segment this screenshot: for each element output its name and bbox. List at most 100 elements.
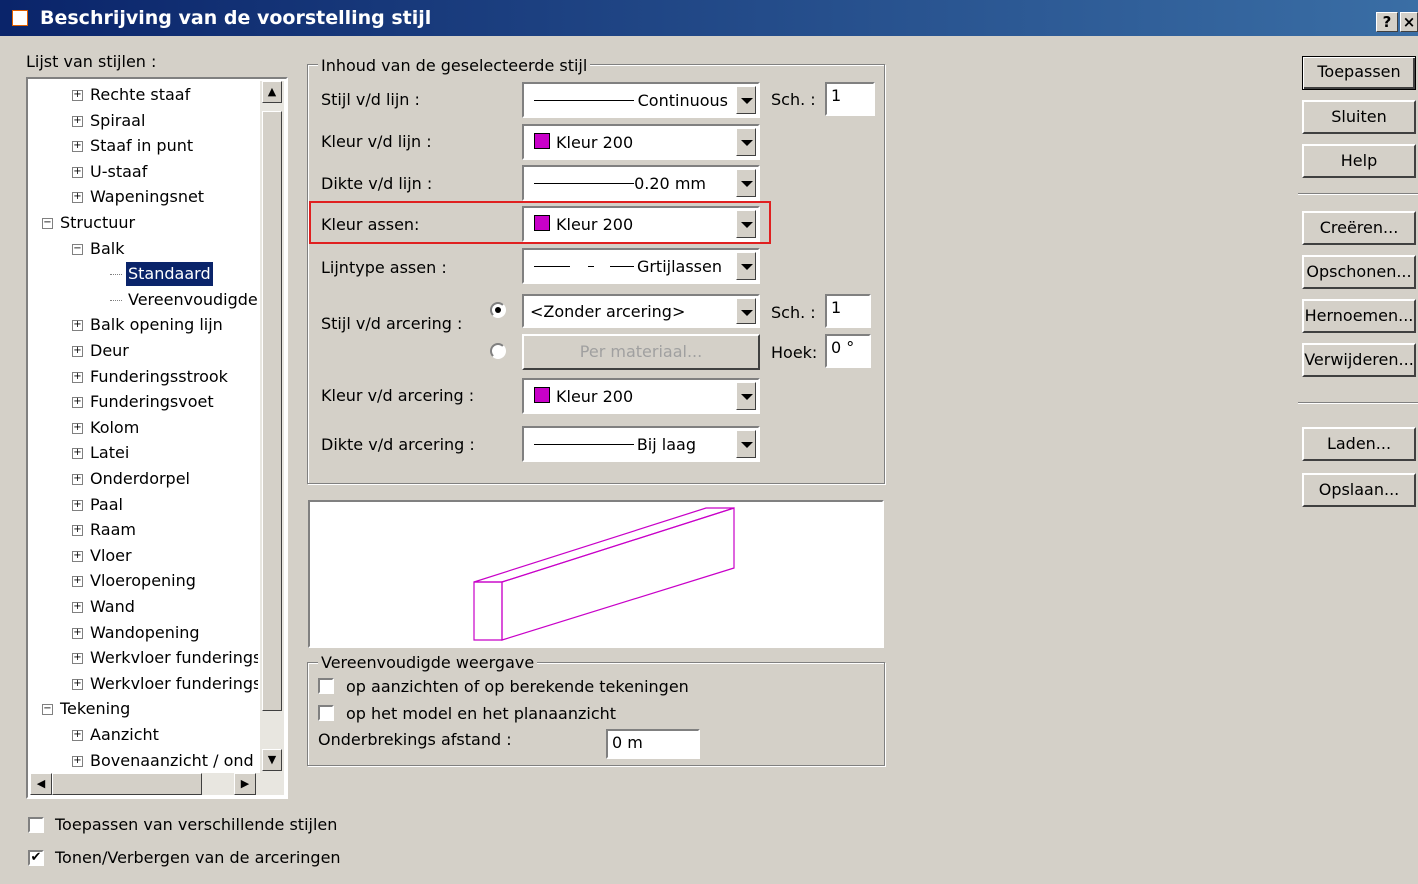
- simplified-check2[interactable]: [318, 705, 334, 721]
- tree-item[interactable]: + Wand: [28, 595, 258, 619]
- help-title-button[interactable]: ?: [1376, 12, 1398, 32]
- save-button[interactable]: Opslaan...: [1302, 473, 1416, 507]
- scroll-left-button[interactable]: ◀: [30, 773, 52, 795]
- dropdown-arrow-icon[interactable]: [736, 128, 756, 156]
- delete-button[interactable]: Verwijderen...: [1302, 343, 1416, 377]
- tree-item[interactable]: + Latei: [28, 441, 258, 465]
- tree-item[interactable]: Vereenvoudigde: [28, 288, 258, 312]
- scroll-up-button[interactable]: ▲: [262, 81, 282, 103]
- tree-item[interactable]: + Staaf in punt: [28, 134, 258, 158]
- tree-item[interactable]: − Tekening: [28, 697, 258, 721]
- create-button[interactable]: Creëren...: [1302, 211, 1416, 245]
- tree-item[interactable]: + Spiraal: [28, 109, 258, 133]
- dropdown-arrow-icon[interactable]: [736, 382, 756, 410]
- apply-button[interactable]: Toepassen: [1302, 56, 1416, 90]
- tree-item[interactable]: + Aanzicht: [28, 723, 258, 747]
- hatch-style-radio[interactable]: [490, 302, 506, 318]
- apply-different-checkbox[interactable]: [28, 817, 44, 833]
- expand-icon[interactable]: +: [72, 422, 83, 434]
- per-material-button[interactable]: Per materiaal...: [522, 334, 760, 370]
- tree-item[interactable]: + Deur: [28, 339, 258, 363]
- expand-icon[interactable]: +: [72, 166, 83, 178]
- axis-linetype-combo[interactable]: Grtijlassen: [522, 248, 760, 284]
- per-material-radio[interactable]: [490, 343, 506, 359]
- style-tree[interactable]: + Rechte staaf + Spiraal + Staaf in punt + U-st…: [26, 77, 288, 799]
- scroll-thumb[interactable]: [262, 111, 282, 711]
- expand-icon[interactable]: +: [72, 525, 83, 537]
- expand-icon[interactable]: +: [72, 678, 83, 690]
- hatch-color-combo[interactable]: Kleur 200: [522, 378, 760, 414]
- tree-item[interactable]: + Vloer: [28, 544, 258, 568]
- scroll-down-button[interactable]: ▼: [262, 749, 282, 771]
- expand-icon[interactable]: +: [72, 448, 83, 460]
- tree-item[interactable]: − Balk: [28, 237, 258, 261]
- dropdown-arrow-icon[interactable]: [736, 169, 756, 197]
- tree-item[interactable]: + Balk opening lijn: [28, 313, 258, 337]
- expand-icon[interactable]: +: [72, 192, 83, 204]
- tree-item[interactable]: + Wapeningsnet: [28, 185, 258, 209]
- tree-item[interactable]: + Kolom: [28, 416, 258, 440]
- rename-button[interactable]: Hernoemen...: [1302, 299, 1416, 333]
- expand-icon[interactable]: +: [72, 141, 83, 153]
- collapse-icon[interactable]: −: [72, 243, 83, 255]
- collapse-icon[interactable]: −: [42, 704, 53, 716]
- tree-item[interactable]: + Onderdorpel: [28, 467, 258, 491]
- help-button[interactable]: Help: [1302, 144, 1416, 178]
- expand-icon[interactable]: +: [72, 602, 83, 613]
- expand-icon[interactable]: +: [72, 627, 83, 639]
- scale2-input[interactable]: 1: [825, 294, 871, 328]
- angle-input[interactable]: 0 °: [825, 334, 871, 368]
- dropdown-arrow-icon[interactable]: [736, 86, 756, 114]
- expand-icon[interactable]: +: [72, 653, 83, 665]
- tree-item[interactable]: − Structuur: [28, 211, 258, 235]
- tree-item[interactable]: + Vloeropening: [28, 569, 258, 593]
- expand-icon[interactable]: +: [72, 397, 83, 409]
- line-color-combo[interactable]: Kleur 200: [522, 124, 760, 160]
- tree-item[interactable]: + Wandopening: [28, 621, 258, 645]
- scroll-right-button[interactable]: ▶: [234, 773, 256, 795]
- dropdown-arrow-icon[interactable]: [736, 252, 756, 280]
- expand-icon[interactable]: +: [72, 320, 83, 332]
- scale1-input[interactable]: 1: [825, 82, 875, 116]
- dropdown-arrow-icon[interactable]: [736, 298, 756, 324]
- close-title-button[interactable]: ×: [1400, 12, 1418, 32]
- distance-input[interactable]: 0 m: [606, 729, 700, 759]
- tree-vscroll[interactable]: ▲ ▼: [260, 81, 284, 773]
- expand-icon[interactable]: +: [72, 346, 83, 357]
- line-thickness-combo[interactable]: 0.20 mm: [522, 165, 760, 201]
- close-button[interactable]: Sluiten: [1302, 100, 1416, 134]
- hscroll-thumb[interactable]: [52, 773, 202, 795]
- tree-item[interactable]: + Werkvloer funderings: [28, 646, 258, 670]
- collapse-icon[interactable]: −: [42, 218, 53, 229]
- line-style-combo[interactable]: Continuous: [522, 82, 760, 118]
- expand-icon[interactable]: +: [72, 90, 83, 101]
- expand-icon[interactable]: +: [72, 371, 83, 383]
- expand-icon[interactable]: +: [72, 474, 83, 485]
- tree-item[interactable]: + Funderingsstrook: [28, 365, 258, 389]
- dropdown-arrow-icon[interactable]: [736, 210, 756, 238]
- hatch-style-combo[interactable]: <Zonder arcering>: [522, 294, 760, 328]
- expand-icon[interactable]: +: [72, 550, 83, 562]
- tree-item[interactable]: + Rechte staaf: [28, 83, 258, 107]
- tree-hscroll[interactable]: ◀ ▶: [30, 773, 284, 795]
- simplified-check1[interactable]: [318, 678, 334, 694]
- tree-item[interactable]: + Bovenaanzicht / ond: [28, 749, 258, 769]
- tree-item[interactable]: Standaard: [28, 261, 258, 288]
- expand-icon[interactable]: +: [72, 730, 83, 741]
- hatch-color-label: Kleur v/d arcering :: [321, 386, 475, 405]
- tree-item[interactable]: + Paal: [28, 493, 258, 517]
- tree-item[interactable]: + U-staaf: [28, 160, 258, 184]
- load-button[interactable]: Laden...: [1302, 427, 1416, 461]
- expand-icon[interactable]: +: [72, 499, 83, 511]
- hatch-thickness-combo[interactable]: Bij laag: [522, 426, 760, 462]
- tree-item[interactable]: + Werkvloer funderings: [28, 672, 258, 696]
- tree-item[interactable]: + Raam: [28, 518, 258, 542]
- tree-item[interactable]: + Funderingsvoet: [28, 390, 258, 414]
- expand-icon[interactable]: +: [72, 755, 83, 767]
- expand-icon[interactable]: +: [72, 115, 83, 127]
- dropdown-arrow-icon[interactable]: [736, 430, 756, 458]
- show-hide-hatch-checkbox[interactable]: ✔: [28, 850, 44, 866]
- clean-button[interactable]: Opschonen...: [1302, 255, 1416, 289]
- expand-icon[interactable]: +: [72, 576, 83, 588]
- axis-color-combo[interactable]: Kleur 200: [522, 206, 760, 242]
